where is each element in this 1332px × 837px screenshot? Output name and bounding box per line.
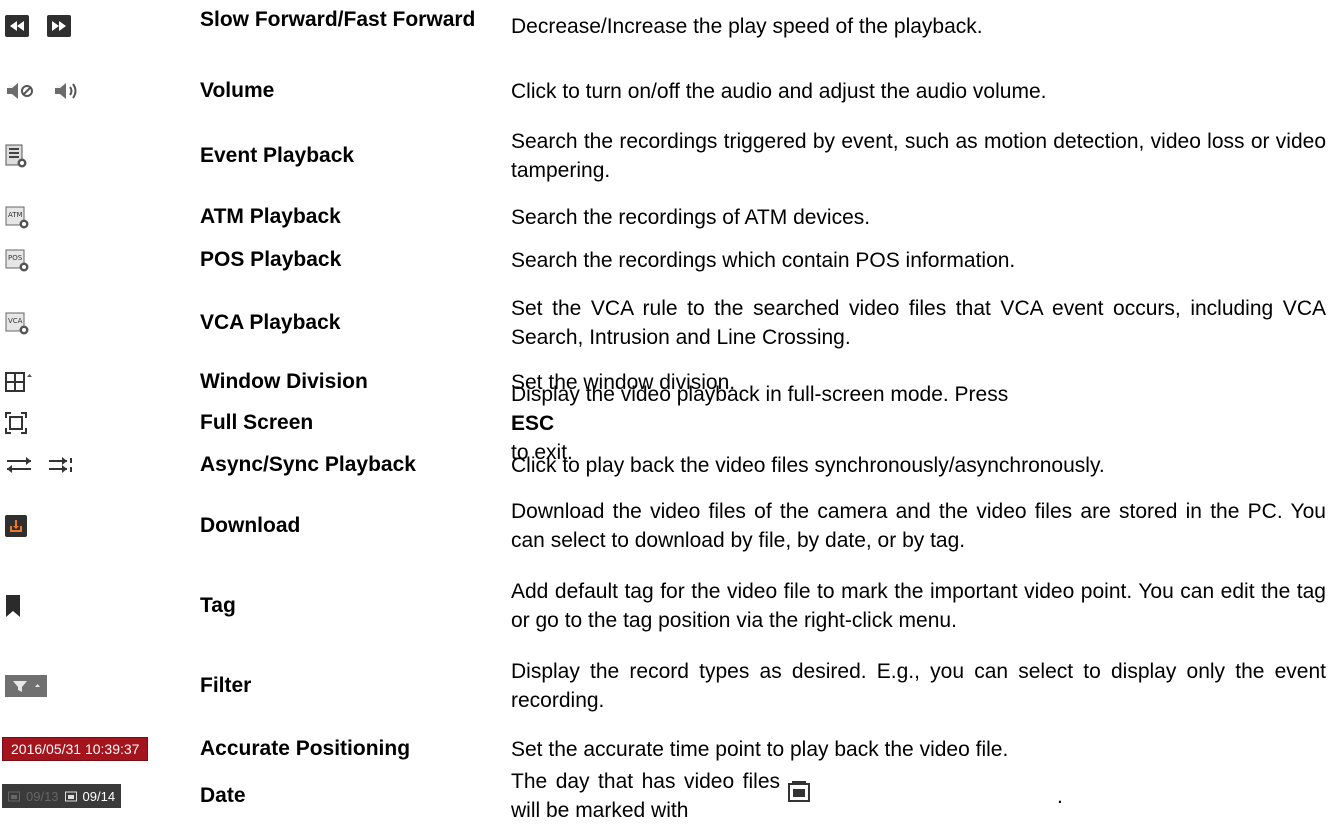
icon-label: ATM	[8, 211, 23, 219]
table-row: Async/Sync Playback Click to play back t…	[0, 444, 1332, 486]
date-bar[interactable]: 09/13 09/14	[2, 784, 122, 808]
function-description: Add default tag for the video file to ma…	[511, 580, 1326, 632]
table-row: Download Download the video files of the…	[0, 486, 1332, 566]
function-description: Set the accurate time point to play back…	[511, 737, 1009, 761]
row-icons	[5, 646, 47, 726]
function-description: Set the VCA rule to the searched video f…	[511, 297, 1326, 349]
icon-label: POS	[8, 254, 23, 262]
accurate-positioning-box[interactable]: 2016/05/31 10:39:37	[2, 737, 149, 761]
function-name: Tag	[200, 594, 236, 617]
function-name: Async/Sync Playback	[200, 453, 416, 476]
function-description: Search the recordings of ATM devices.	[511, 205, 871, 229]
function-name: VCA Playback	[200, 311, 341, 334]
row-icons: VCA	[5, 284, 29, 362]
download-icon[interactable]	[5, 515, 27, 537]
row-icons	[5, 0, 71, 52]
window-division-icon[interactable]	[5, 371, 33, 393]
sync-playback-icon[interactable]	[47, 454, 75, 476]
row-icons	[5, 566, 21, 646]
slow-forward-icon[interactable]	[5, 15, 29, 37]
date-without-video[interactable]: 09/13	[26, 789, 59, 804]
function-name: POS Playback	[200, 248, 342, 271]
event-playback-icon[interactable]	[5, 144, 27, 168]
function-name: Slow Forward/Fast Forward	[200, 8, 476, 31]
video-file-marker-icon	[64, 790, 77, 802]
row-icons: 09/13 09/14	[2, 772, 122, 820]
table-row: VCA VCA Playback Set the VCA rule to the…	[0, 284, 1332, 362]
date-with-video[interactable]: 09/14	[83, 789, 116, 804]
function-name: Volume	[200, 79, 275, 102]
row-icons	[5, 444, 75, 486]
row-icons	[5, 116, 27, 196]
function-description: Decrease/Increase the play speed of the …	[511, 14, 983, 38]
table-row: ATM ATM Playback Search the recordings o…	[0, 196, 1332, 238]
esc-key-label: ESC	[511, 411, 555, 435]
table-row: Filter Display the record types as desir…	[0, 646, 1332, 726]
icon-label: VCA	[8, 317, 23, 325]
table-row: Volume Click to turn on/off the audio an…	[0, 72, 1332, 110]
row-icons	[5, 402, 27, 444]
function-description: The day that has video files will be mar…	[511, 770, 1326, 822]
row-icons	[5, 72, 81, 110]
function-name: Download	[200, 514, 301, 537]
table-row: Slow Forward/Fast Forward Decrease/Incre…	[0, 0, 1332, 52]
table-row: 09/13 09/14 Date The day that has video …	[0, 770, 1332, 822]
description-text: The day that has video files will be mar…	[511, 770, 780, 822]
video-file-marker-icon	[8, 790, 20, 802]
row-icons: ATM	[5, 196, 29, 238]
table-row: Full Screen Display the video playback i…	[0, 383, 1332, 464]
function-description: Download the video files of the camera a…	[511, 500, 1326, 552]
function-description: Click to play back the video files synch…	[511, 453, 1105, 477]
fast-forward-icon[interactable]	[47, 15, 71, 37]
table-row: Tag Add default tag for the video file t…	[0, 566, 1332, 646]
function-name: Window Division	[200, 370, 368, 393]
function-name: Filter	[200, 674, 252, 697]
vca-playback-icon[interactable]: VCA	[5, 311, 29, 335]
table-row: POS POS Playback Search the recordings w…	[0, 238, 1332, 282]
function-name: Full Screen	[200, 411, 314, 434]
row-icons: 2016/05/31 10:39:37	[2, 726, 149, 772]
row-icons	[5, 486, 27, 566]
description-text-end: .	[1057, 784, 1063, 808]
function-description: Search the recordings triggered by event…	[511, 130, 1326, 182]
row-icons: POS	[5, 238, 29, 282]
table-row: Event Playback Search the recordings tri…	[0, 116, 1332, 196]
row-icons	[5, 362, 33, 402]
async-playback-icon[interactable]	[5, 454, 33, 476]
tag-icon[interactable]	[5, 594, 21, 618]
function-name: Event Playback	[200, 144, 355, 167]
function-name: Date	[200, 784, 246, 807]
video-file-marker-icon	[788, 781, 1057, 811]
function-description: Display the record types as desired. E.g…	[511, 660, 1326, 712]
table-row: 2016/05/31 10:39:37 Accurate Positioning…	[0, 726, 1332, 772]
function-name: ATM Playback	[200, 205, 341, 228]
function-name: Accurate Positioning	[200, 737, 411, 760]
filter-icon[interactable]	[5, 675, 47, 697]
function-description: Search the recordings which contain POS …	[511, 248, 1016, 272]
description-text: Display the video playback in full-scree…	[511, 382, 1009, 406]
mute-icon[interactable]	[5, 80, 35, 102]
function-description: Display the video playback in full-scree…	[511, 383, 1326, 464]
atm-playback-icon[interactable]: ATM	[5, 205, 29, 229]
volume-icon[interactable]	[51, 80, 81, 102]
function-description: Click to turn on/off the audio and adjus…	[511, 79, 1047, 103]
full-screen-icon[interactable]	[5, 412, 27, 434]
pos-playback-icon[interactable]: POS	[5, 248, 29, 272]
